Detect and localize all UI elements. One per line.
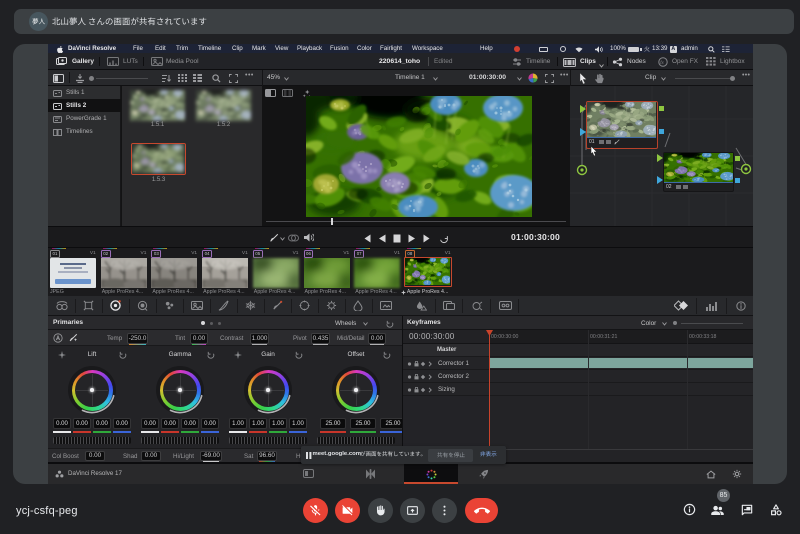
svg-text:fx: fx	[660, 60, 664, 65]
